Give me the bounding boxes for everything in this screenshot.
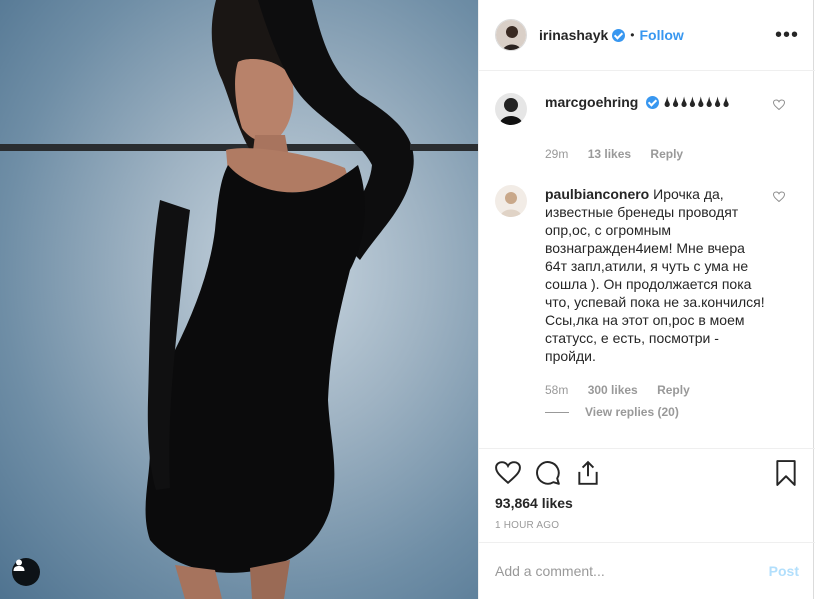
- comment-like-heart-icon[interactable]: [772, 191, 786, 203]
- comment-username[interactable]: marcgoehring: [545, 94, 638, 110]
- comment-body: marcgoehring 🌢🌢🌢🌢🌢🌢🌢🌢: [545, 93, 765, 111]
- verified-badge-icon: [646, 96, 660, 109]
- comment-likes[interactable]: 300 likes: [588, 383, 638, 397]
- follow-button[interactable]: Follow: [639, 27, 683, 43]
- background-rail-right: [410, 144, 478, 150]
- post-button[interactable]: Post: [769, 563, 799, 579]
- post-side-panel: irinashayk • Follow ••• marcgoehring 🌢🌢🌢…: [478, 0, 815, 599]
- author-avatar[interactable]: [495, 19, 527, 51]
- verified-badge-icon: [612, 28, 626, 42]
- comment-icon[interactable]: [535, 460, 561, 486]
- post-actions: 93,864 likes 1 HOUR AGO: [479, 448, 815, 542]
- separator-dot: •: [630, 28, 635, 42]
- comment-time[interactable]: 58m: [545, 383, 568, 397]
- reply-button[interactable]: Reply: [650, 147, 683, 161]
- post-photo[interactable]: [0, 0, 478, 599]
- commenter-avatar[interactable]: [495, 185, 527, 217]
- likes-count[interactable]: 93,864 likes: [495, 495, 573, 511]
- comment-input[interactable]: [495, 563, 769, 579]
- bookmark-icon[interactable]: [773, 460, 799, 486]
- comment-username[interactable]: paulbianconero: [545, 186, 649, 202]
- commenter-avatar[interactable]: [495, 93, 527, 125]
- model-figure: [145, 0, 414, 599]
- comment-like-heart-icon[interactable]: [772, 99, 786, 111]
- comment-text: 🌢🌢🌢🌢🌢🌢🌢🌢: [663, 94, 731, 110]
- comments-list: marcgoehring 🌢🌢🌢🌢🌢🌢🌢🌢 29m 13 likes Reply…: [479, 71, 815, 448]
- comment-meta: 29m 13 likes Reply: [545, 147, 699, 161]
- comment-time[interactable]: 29m: [545, 147, 568, 161]
- user-tag-icon[interactable]: [12, 558, 40, 586]
- comment-text: Ирочка да, известные бренеды проводят оп…: [545, 186, 765, 364]
- heart-icon[interactable]: [495, 460, 521, 486]
- post-header: irinashayk • Follow •••: [479, 0, 815, 71]
- author-username[interactable]: irinashayk: [539, 27, 608, 43]
- view-replies-label: View replies (20): [585, 405, 679, 419]
- view-replies-button[interactable]: View replies (20): [545, 405, 679, 419]
- replies-divider-line: [545, 412, 569, 414]
- more-options-icon[interactable]: •••: [775, 24, 799, 47]
- reply-button[interactable]: Reply: [657, 383, 690, 397]
- comment-meta: 58m 300 likes Reply: [545, 383, 706, 397]
- share-icon[interactable]: [575, 460, 601, 486]
- add-comment-bar: Post: [479, 542, 815, 599]
- comment-body: paulbianconero Ирочка да, известные брен…: [545, 185, 765, 365]
- comment-likes[interactable]: 13 likes: [588, 147, 631, 161]
- post-timestamp[interactable]: 1 HOUR AGO: [495, 520, 559, 531]
